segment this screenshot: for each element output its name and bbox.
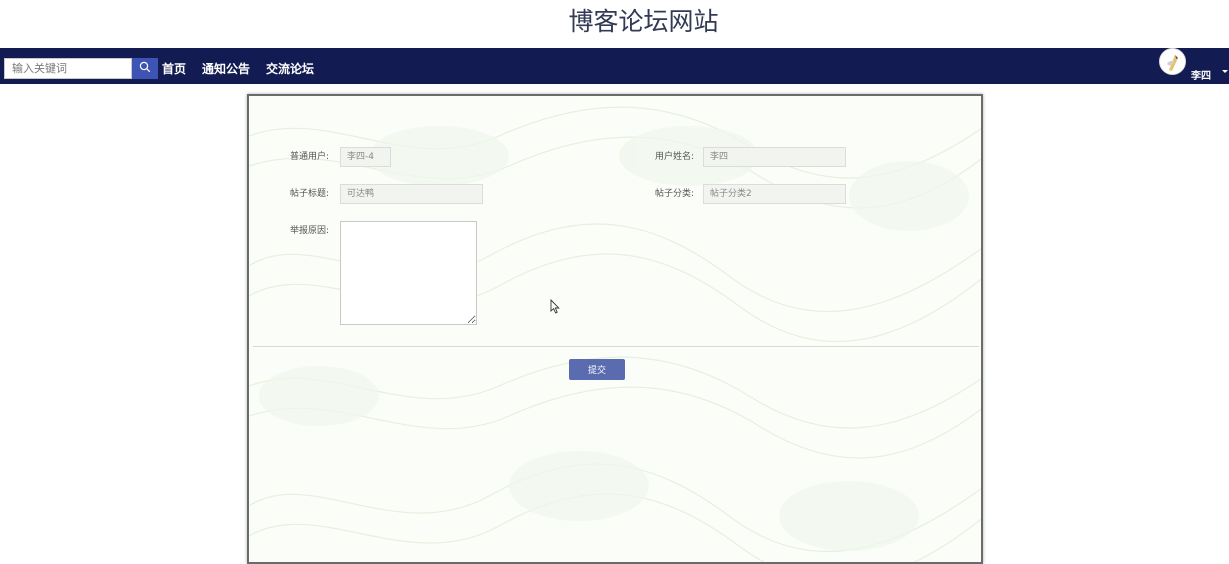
- nav-link-home[interactable]: 首页: [162, 60, 186, 77]
- name-label: 用户姓名:: [655, 152, 695, 162]
- title-field[interactable]: 可达鸭: [340, 184, 483, 204]
- category-field[interactable]: 帖子分类2: [703, 184, 846, 204]
- reason-label: 举报原因:: [290, 226, 330, 236]
- mouse-cursor-icon: [550, 298, 560, 318]
- avatar[interactable]: [1159, 48, 1186, 75]
- chevron-down-icon[interactable]: [1222, 70, 1228, 73]
- submit-button[interactable]: 提交: [569, 359, 625, 380]
- title-label: 帖子标题:: [290, 189, 330, 199]
- reason-textarea[interactable]: [340, 221, 477, 325]
- report-form-card: 普通用户: 李四-4 用户姓名: 李四 帖子标题: 可达鸭 帖子分类: 帖子分类…: [247, 94, 983, 564]
- nav-link-forum[interactable]: 交流论坛: [266, 60, 314, 77]
- user-field[interactable]: 李四-4: [340, 147, 391, 167]
- category-label: 帖子分类:: [655, 189, 695, 199]
- search-icon: [139, 61, 151, 76]
- search-input[interactable]: [4, 58, 132, 79]
- user-label: 普通用户:: [290, 152, 330, 162]
- search-button[interactable]: [132, 58, 158, 79]
- nav-link-notice[interactable]: 通知公告: [202, 60, 250, 77]
- navbar: 首页 通知公告 交流论坛: [0, 48, 1229, 84]
- site-title: 博客论坛网站: [568, 7, 719, 36]
- divider: [253, 346, 979, 347]
- user-name[interactable]: 李四: [1191, 67, 1211, 82]
- name-field[interactable]: 李四: [703, 147, 846, 167]
